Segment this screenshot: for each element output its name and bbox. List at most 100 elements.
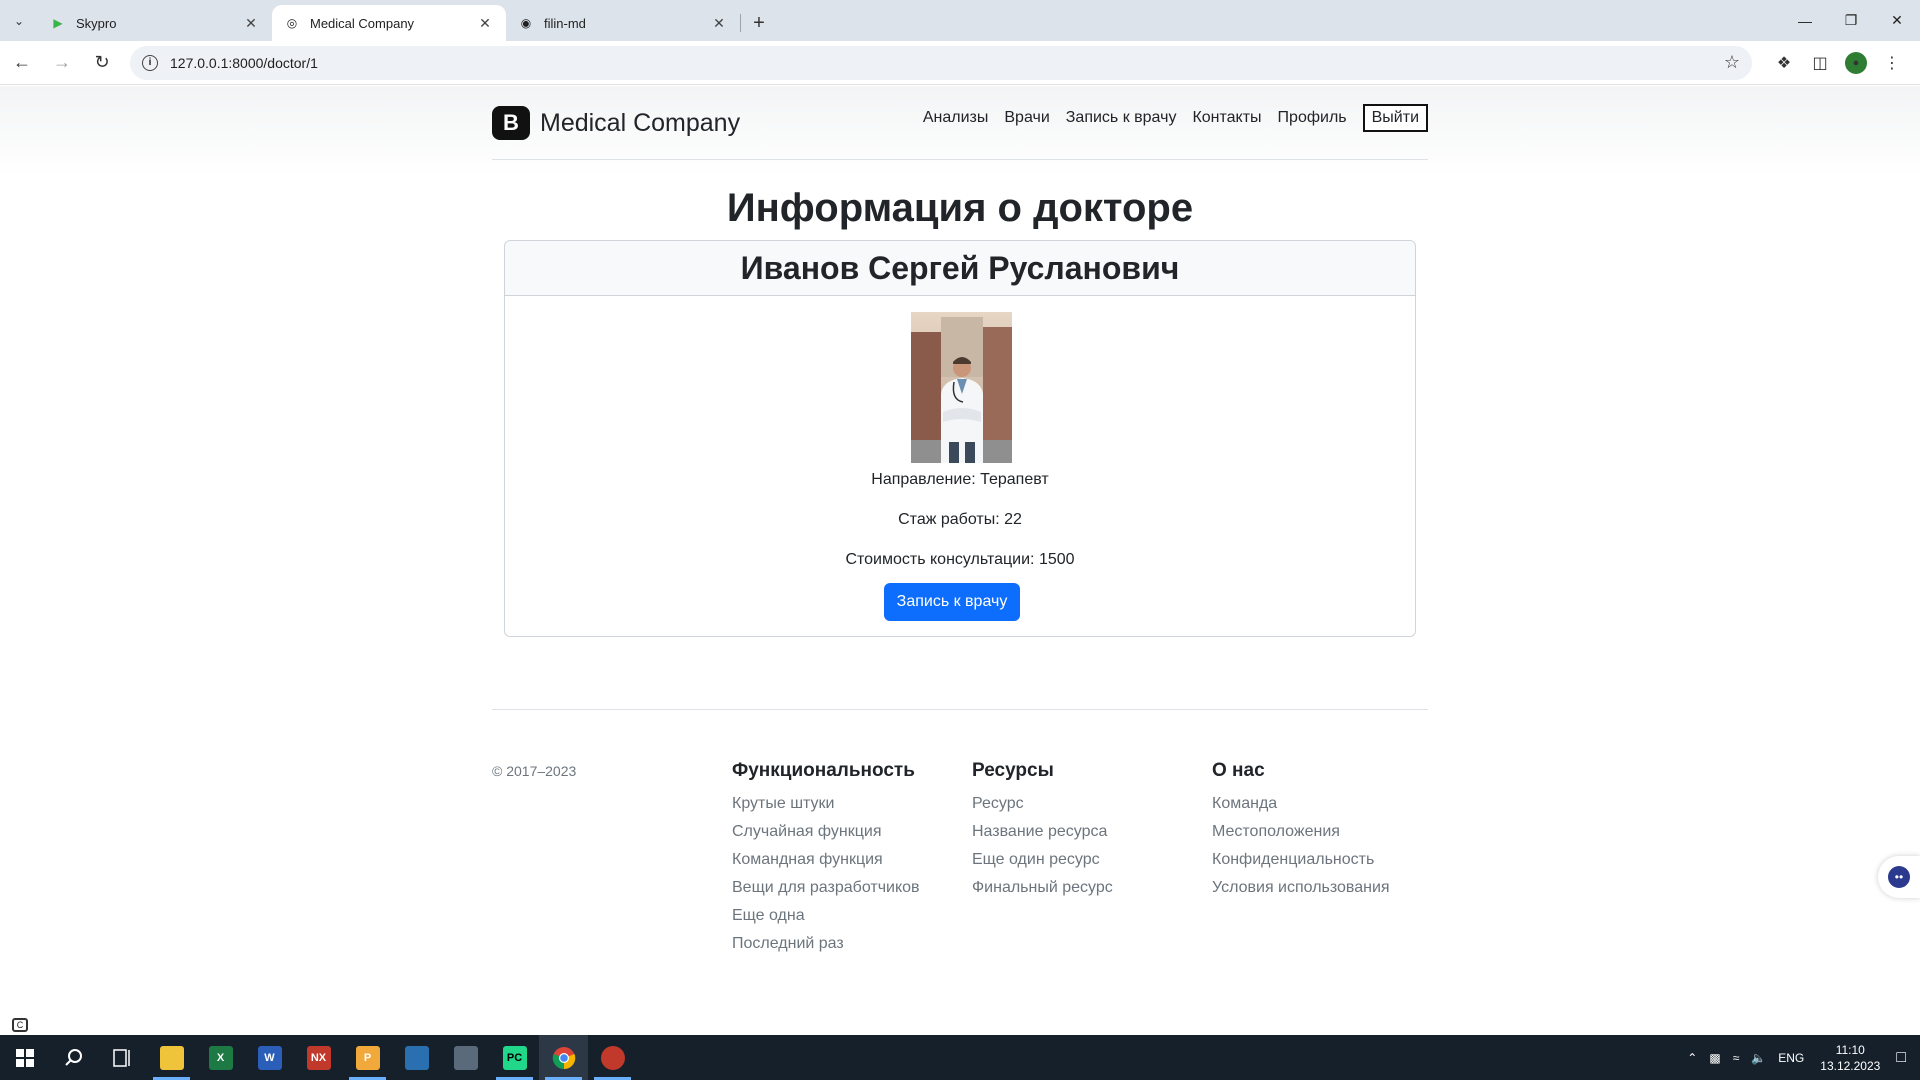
nav-link-appointment[interactable]: Запись к врачу (1066, 109, 1177, 127)
nav-link-doctors[interactable]: Врачи (1004, 109, 1049, 127)
tab-title: filin-md (544, 15, 586, 31)
profile-avatar-icon[interactable]: ● (1845, 51, 1867, 74)
search-icon[interactable] (49, 1035, 98, 1080)
volume-icon[interactable]: 🔈 (1751, 1051, 1766, 1065)
browser-menu-icon[interactable]: ⋮ (1874, 45, 1910, 81)
doctor-price: Стоимость консультации: 1500 (845, 551, 1075, 568)
doctor-name: Иванов Сергей Русланович (505, 241, 1415, 296)
close-tab-icon[interactable]: ✕ (710, 15, 728, 32)
footer-link[interactable]: Крутые штуки (732, 790, 920, 818)
page-title: Информация о докторе (726, 186, 1194, 230)
close-tab-icon[interactable]: ✕ (476, 15, 494, 32)
brand-link[interactable]: B Medical Company (492, 106, 740, 140)
doctor-card: Иванов Сергей Русланович Направление: Те… (504, 240, 1416, 637)
footer-link[interactable]: Вещи для разработчиков (732, 874, 920, 902)
pinned-app-icon[interactable] (588, 1035, 637, 1080)
footer-link[interactable]: Местоположения (1212, 818, 1390, 846)
pycharm-icon[interactable]: PC (490, 1035, 539, 1080)
wifi-icon[interactable]: ≈ (1733, 1051, 1740, 1065)
back-icon[interactable]: ← (4, 45, 40, 81)
file-explorer-icon[interactable] (147, 1035, 196, 1080)
powerpoint-icon[interactable]: P (343, 1035, 392, 1080)
language-indicator[interactable]: ENG (1778, 1051, 1804, 1065)
footer-link[interactable]: Еще одна (732, 902, 920, 930)
tab-title: Skypro (76, 15, 117, 31)
footer-divider (492, 709, 1428, 710)
tab-filin-md[interactable]: ◉ filin-md ✕ (506, 5, 740, 41)
footer-link[interactable]: Финальный ресурс (972, 874, 1113, 902)
minimize-icon[interactable]: — (1782, 0, 1828, 41)
browser-toolbar: ← → ↻ i 127.0.0.1:8000/doctor/1 ☆ ❖ ◫ ● … (0, 41, 1920, 85)
close-tab-icon[interactable]: ✕ (242, 15, 260, 32)
nav-link-analyses[interactable]: Анализы (923, 109, 989, 127)
calculator-icon[interactable] (441, 1035, 490, 1080)
clock[interactable]: 11:10 13.12.2023 (1820, 1042, 1880, 1074)
page-container: B Medical Company Анализы Врачи Запись к… (492, 86, 1428, 1035)
footer-link[interactable]: Условия использования (1212, 874, 1390, 902)
doctor-direction: Направление: Терапевт (871, 471, 1049, 488)
task-view-icon[interactable] (98, 1035, 147, 1080)
tab-search-chevron-icon[interactable]: ⌄ (0, 0, 38, 41)
tab-title: Medical Company (310, 15, 415, 31)
doctor-photo (911, 312, 1012, 463)
restore-icon[interactable]: ❐ (1828, 0, 1874, 41)
main-nav: Анализы Врачи Запись к врачу Контакты Пр… (907, 104, 1428, 132)
browser-tab-bar: ⌄ ▶ Skypro ✕ ◎ Medical Company ✕ ◉ filin… (0, 0, 1920, 41)
footer-link[interactable]: Еще один ресурс (972, 846, 1113, 874)
footer-link[interactable]: Команда (1212, 790, 1390, 818)
system-tray: ⌃ ▩ ≈ 🔈 ENG 11:10 13.12.2023 □ (1681, 1035, 1920, 1080)
show-hidden-icons-icon[interactable]: ⌃ (1687, 1051, 1697, 1065)
assistant-bot-icon: •• (1888, 866, 1910, 888)
globe-icon: ◎ (286, 16, 298, 30)
nav-link-contacts[interactable]: Контакты (1192, 109, 1261, 127)
word-icon[interactable]: W (245, 1035, 294, 1080)
forward-icon[interactable]: → (44, 45, 80, 81)
book-appointment-button[interactable]: Запись к врачу (884, 583, 1020, 621)
footer-link[interactable]: Название ресурса (972, 818, 1113, 846)
url-text[interactable]: 127.0.0.1:8000/doctor/1 (170, 55, 1724, 71)
side-panel-icon[interactable]: ◫ (1802, 45, 1838, 81)
windows-start-icon[interactable] (0, 1035, 49, 1080)
clock-time: 11:10 (1835, 1042, 1865, 1057)
github-icon: ◉ (520, 16, 532, 30)
footer-link[interactable]: Случайная функция (732, 818, 920, 846)
notifications-icon[interactable]: □ (1896, 1049, 1906, 1067)
tab-medical-company[interactable]: ◎ Medical Company ✕ (272, 5, 506, 41)
tab-skypro[interactable]: ▶ Skypro ✕ (38, 5, 272, 41)
footer-column-title: О нас (1212, 760, 1265, 781)
bootstrap-logo-icon: B (492, 106, 530, 140)
new-tab-button[interactable]: + (741, 5, 777, 41)
chrome-icon[interactable] (539, 1035, 588, 1080)
doctor-experience: Стаж работы: 22 (898, 511, 1022, 528)
reload-icon[interactable]: ↻ (84, 45, 120, 81)
footer-link[interactable]: Последний раз (732, 930, 920, 958)
footer-copyright: © 2017–2023 (492, 763, 577, 779)
assistant-widget-button[interactable]: •• (1878, 856, 1920, 898)
logout-button[interactable]: Выйти (1362, 104, 1428, 132)
footer-link[interactable]: Ресурс (972, 790, 1113, 818)
brand-name: Medical Company (540, 108, 741, 137)
footer-column-title: Ресурсы (972, 760, 1054, 781)
close-window-icon[interactable]: ✕ (1874, 0, 1920, 41)
footer-link[interactable]: Конфиденциальность (1212, 846, 1390, 874)
corner-app-icon[interactable]: C (12, 1018, 28, 1032)
address-bar[interactable]: i 127.0.0.1:8000/doctor/1 ☆ (130, 45, 1752, 80)
footer-link[interactable]: Командная функция (732, 846, 920, 874)
nav-link-profile[interactable]: Профиль (1278, 109, 1347, 127)
extensions-icon[interactable]: ❖ (1766, 45, 1802, 81)
excel-icon[interactable]: X (196, 1035, 245, 1080)
footer-column-about: О нас Команда Местоположения Конфиденциа… (1212, 760, 1390, 902)
footer-column-features: Функциональность Крутые штуки Случайная … (732, 760, 920, 958)
footer-column-title: Функциональность (732, 760, 915, 781)
network-app-icon[interactable] (392, 1035, 441, 1080)
nx-icon[interactable]: NX (294, 1035, 343, 1080)
windows-taskbar: X W NX P PC ⌃ ▩ ≈ 🔈 ENG 11:10 13.12.2023… (0, 1035, 1920, 1080)
header-divider (492, 159, 1428, 160)
skypro-play-icon: ▶ (53, 16, 63, 30)
meet-now-icon[interactable]: ▩ (1709, 1051, 1720, 1065)
page-viewport: B Medical Company Анализы Врачи Запись к… (0, 86, 1920, 1035)
bookmark-star-icon[interactable]: ☆ (1724, 52, 1740, 73)
site-info-icon[interactable]: i (142, 54, 158, 71)
window-controls: — ❐ ✕ (1782, 0, 1920, 41)
footer-column-resources: Ресурсы Ресурс Название ресурса Еще один… (972, 760, 1113, 902)
